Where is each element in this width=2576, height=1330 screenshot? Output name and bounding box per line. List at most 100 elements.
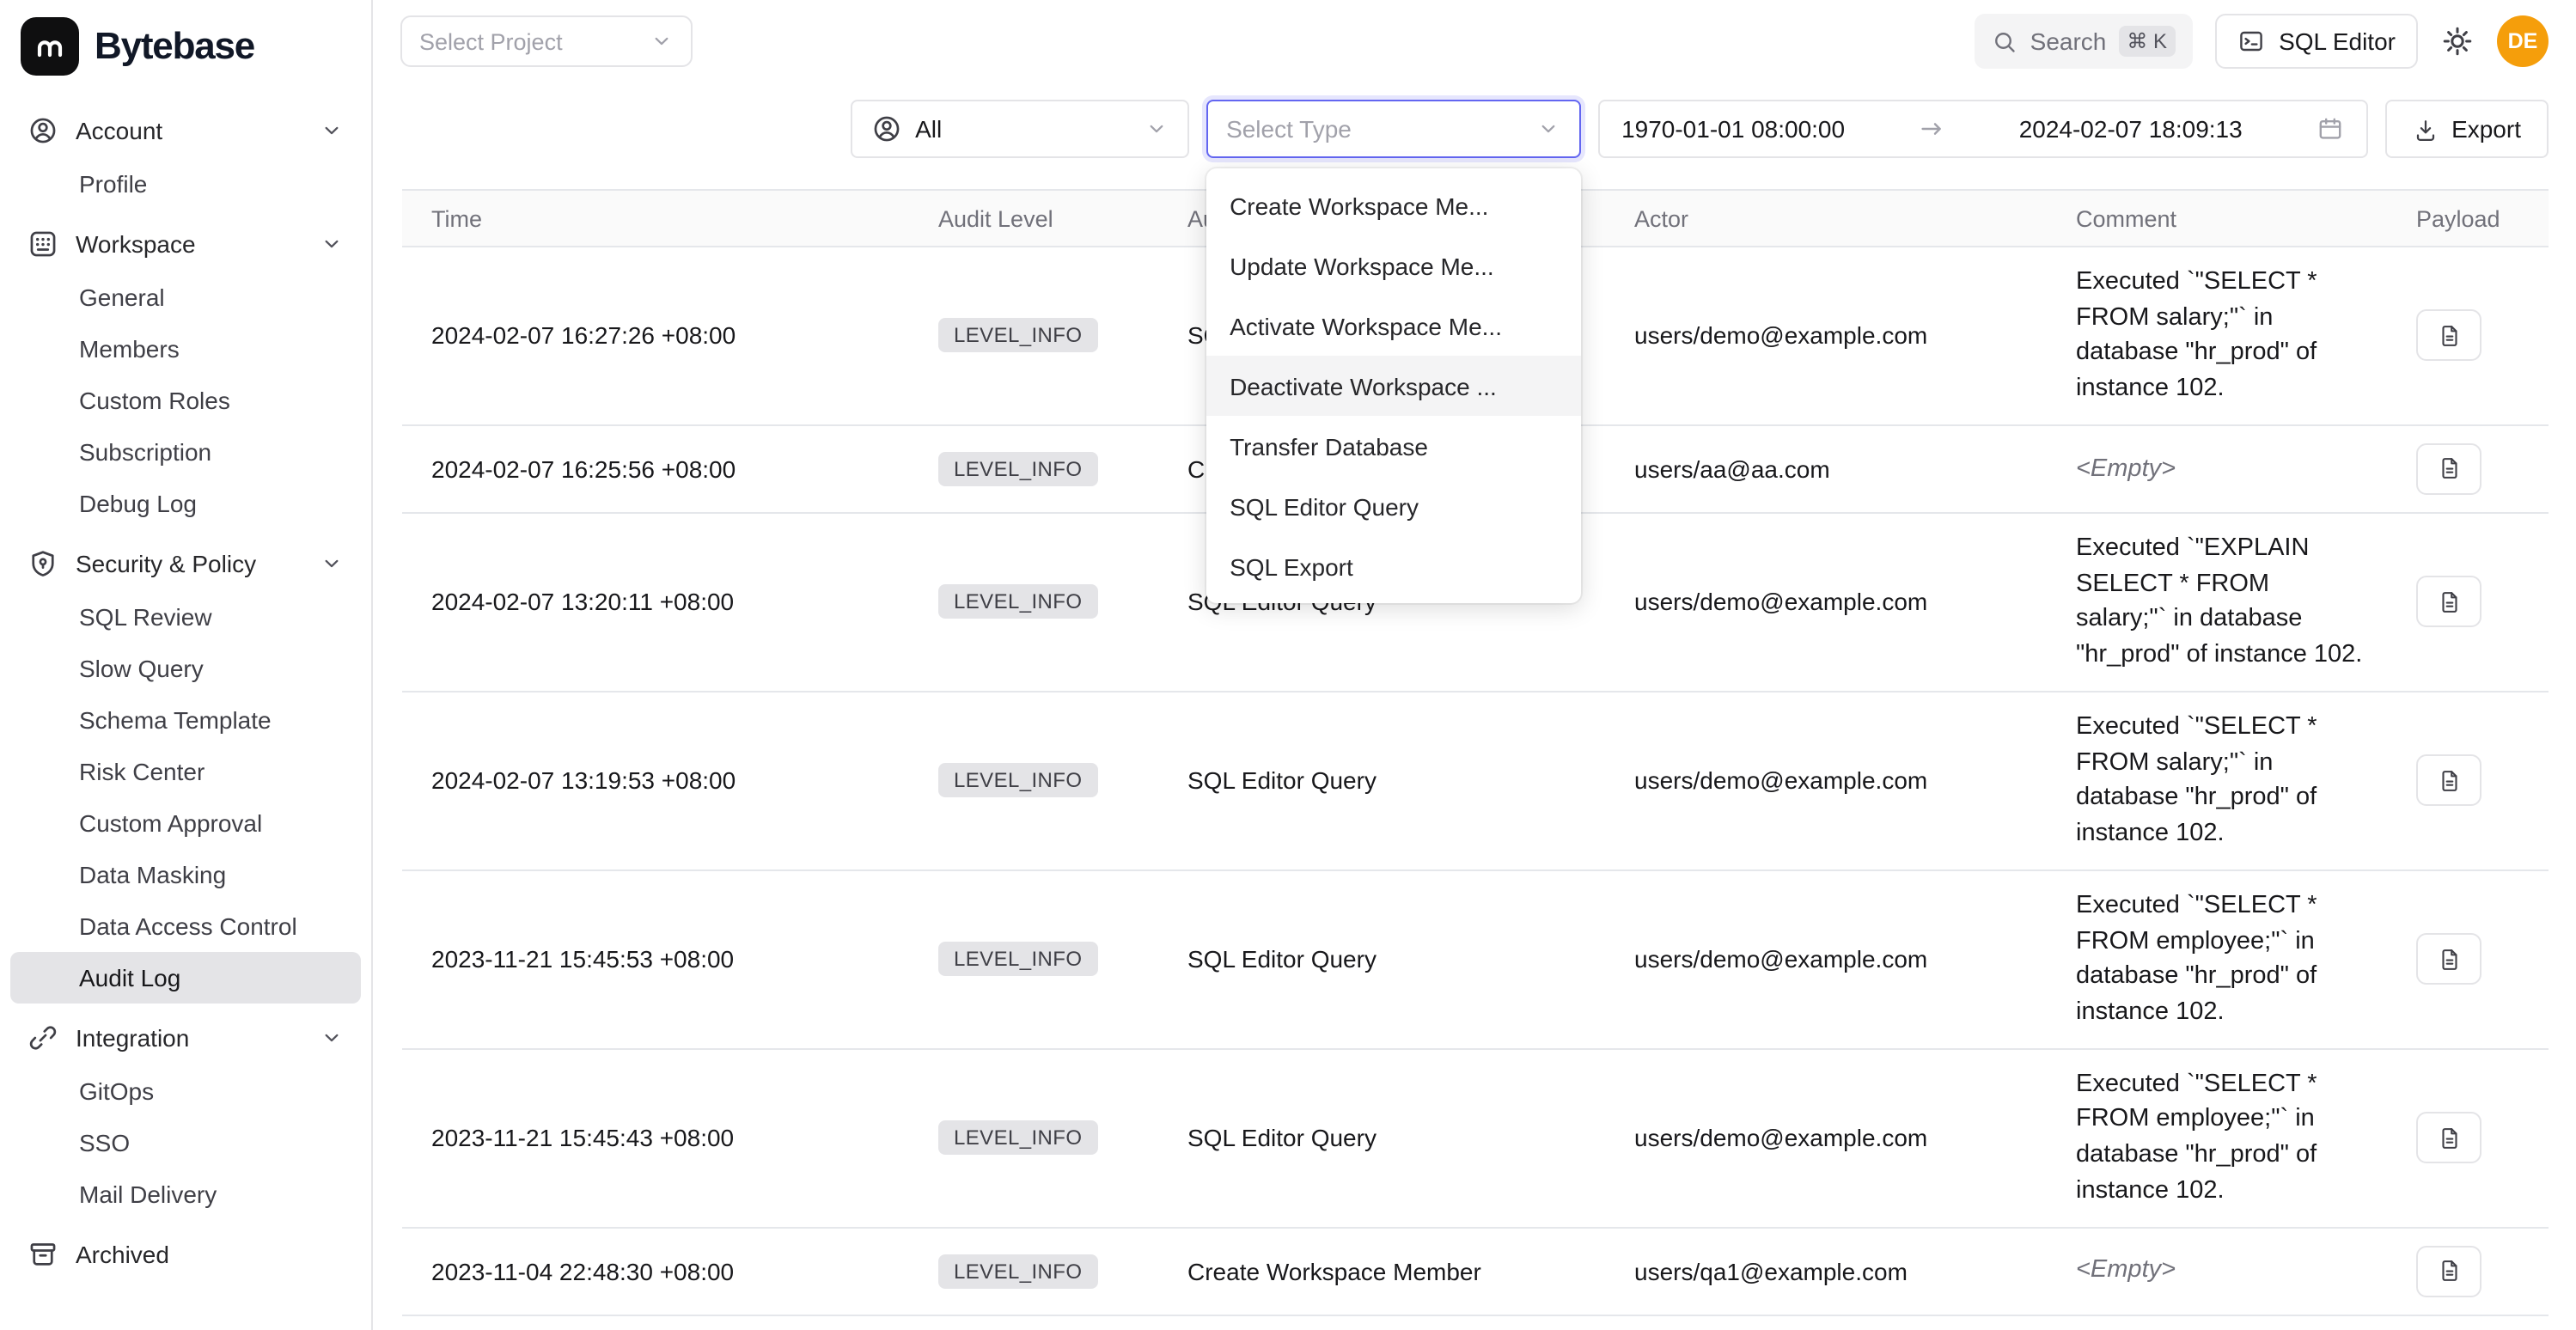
main-content: Select Project Search ⌘ K SQL <box>373 0 2576 1330</box>
cell-time: 2023-11-04 22:48:30 +08:00 <box>431 1245 938 1296</box>
download-icon <box>2412 116 2438 142</box>
sidebar-item[interactable]: Debug Log <box>10 478 361 529</box>
column-header-actor: Actor <box>1634 205 2076 231</box>
document-icon <box>2436 1258 2462 1284</box>
sidebar-item[interactable]: Audit Log <box>10 952 361 1004</box>
cell-actor: users/demo@example.com <box>1634 755 2076 807</box>
cell-time: 2024-02-07 13:19:53 +08:00 <box>431 755 938 807</box>
cell-audit-level: LEVEL_INFO <box>938 443 1187 495</box>
chevron-down-icon <box>320 119 344 143</box>
cell-audit-level: LEVEL_INFO <box>938 310 1187 362</box>
type-dropdown-option[interactable]: Activate Workspace Me... <box>1206 296 1580 356</box>
type-dropdown-option[interactable]: Update Workspace Me... <box>1206 235 1580 296</box>
cell-time: 2023-11-21 15:45:43 +08:00 <box>431 1112 938 1163</box>
type-dropdown-option[interactable]: Transfer Database <box>1206 416 1580 476</box>
date-range-start: 1970-01-01 08:00:00 <box>1621 115 1845 143</box>
sidebar-item[interactable]: Account <box>10 103 361 158</box>
sidebar-item[interactable]: Custom Approval <box>10 797 361 849</box>
date-range-picker[interactable]: 1970-01-01 08:00:00 2024-02-07 18:09:13 <box>1597 100 2367 158</box>
payload-view-button[interactable] <box>2416 1245 2481 1296</box>
payload-view-button[interactable] <box>2416 310 2481 362</box>
cell-payload <box>2416 577 2549 628</box>
sidebar-item[interactable]: Mail Delivery <box>10 1168 361 1220</box>
payload-view-button[interactable] <box>2416 755 2481 807</box>
sidebar-item[interactable]: Subscription <box>10 426 361 478</box>
sql-editor-label: SQL Editor <box>2279 27 2396 55</box>
sidebar-item[interactable]: Data Masking <box>10 849 361 900</box>
workspace-icon <box>27 229 58 259</box>
sidebar-item[interactable]: Profile <box>10 158 361 210</box>
level-badge: LEVEL_INFO <box>938 764 1097 798</box>
sidebar-item[interactable]: Schema Template <box>10 694 361 746</box>
document-icon <box>2436 947 2462 973</box>
brand-name: Bytebase <box>95 24 254 69</box>
chevron-down-icon <box>320 552 344 576</box>
type-dropdown-option[interactable]: SQL Export <box>1206 536 1580 596</box>
cell-comment: <Empty> <box>2076 451 2416 486</box>
brand-logo[interactable]: Bytebase <box>0 0 371 93</box>
table-row: 2023-11-21 15:45:53 +08:00 LEVEL_INFO SQ… <box>402 871 2549 1050</box>
cell-comment: Executed `"SELECT * FROM employee;"` in … <box>2076 1067 2416 1210</box>
sidebar-nav: Account Profile Workspace <box>0 93 371 1282</box>
user-avatar[interactable]: DE <box>2497 15 2549 67</box>
shield-icon <box>27 548 58 579</box>
cell-payload <box>2416 755 2549 807</box>
export-label: Export <box>2451 115 2521 143</box>
sidebar-item[interactable]: Custom Roles <box>10 375 361 426</box>
payload-view-button[interactable] <box>2416 577 2481 628</box>
cell-audit-level: LEVEL_INFO <box>938 1112 1187 1163</box>
sidebar-item[interactable]: GitOps <box>10 1065 361 1117</box>
payload-view-button[interactable] <box>2416 934 2481 985</box>
column-header-comment: Comment <box>2076 205 2416 231</box>
sidebar-item[interactable]: Slow Query <box>10 643 361 694</box>
topbar-actions: Search ⌘ K SQL Editor DE <box>1975 14 2549 69</box>
cell-audit-level: LEVEL_INFO <box>938 755 1187 807</box>
sql-editor-icon <box>2237 27 2265 55</box>
level-badge: LEVEL_INFO <box>938 1120 1097 1155</box>
sidebar-item[interactable]: Archived <box>10 1227 361 1282</box>
type-dropdown-option[interactable]: SQL Editor Query <box>1206 476 1580 536</box>
sidebar-item[interactable]: Security & Policy <box>10 536 361 591</box>
cell-audit-level: LEVEL_INFO <box>938 1245 1187 1296</box>
export-button[interactable]: Export <box>2384 100 2549 158</box>
payload-view-button[interactable] <box>2416 443 2481 495</box>
sidebar-item[interactable]: General <box>10 271 361 323</box>
cell-audit-type: SQL Editor Query <box>1187 1112 1634 1163</box>
filter-bar: All Select Type <box>373 79 2576 189</box>
cell-payload <box>2416 310 2549 362</box>
sidebar-item[interactable]: Data Access Control <box>10 900 361 952</box>
sidebar: Bytebase Account Profile <box>0 0 373 1330</box>
sidebar-item[interactable]: SSO <box>10 1117 361 1168</box>
cell-audit-level: LEVEL_INFO <box>938 934 1187 985</box>
settings-gear-icon[interactable] <box>2440 24 2475 58</box>
sidebar-item[interactable]: Workspace <box>10 217 361 271</box>
payload-view-button[interactable] <box>2416 1112 2481 1163</box>
level-badge: LEVEL_INFO <box>938 1254 1097 1288</box>
cell-actor: users/demo@example.com <box>1634 1112 2076 1163</box>
actor-filter-select[interactable]: All <box>850 100 1188 158</box>
search-input[interactable]: Search ⌘ K <box>1975 14 2193 69</box>
calendar-icon <box>2316 115 2343 143</box>
sidebar-item[interactable]: SQL Review <box>10 591 361 643</box>
document-icon <box>2436 323 2462 349</box>
sql-editor-button[interactable]: SQL Editor <box>2215 14 2418 69</box>
cell-payload <box>2416 1112 2549 1163</box>
cell-time: 2023-11-21 15:45:53 +08:00 <box>431 934 938 985</box>
type-filter-select[interactable]: Select Type <box>1206 100 1580 158</box>
sidebar-item[interactable]: Risk Center <box>10 746 361 797</box>
sidebar-item[interactable]: Integration <box>10 1010 361 1065</box>
type-filter-placeholder: Select Type <box>1226 115 1352 143</box>
table-row: 2024-02-07 13:19:53 +08:00 LEVEL_INFO SQ… <box>402 692 2549 871</box>
cell-actor: users/demo@example.com <box>1634 934 2076 985</box>
actor-filter-value: All <box>915 115 942 143</box>
search-icon <box>1993 28 2018 54</box>
cell-time: 2024-02-07 16:25:56 +08:00 <box>431 443 938 495</box>
cell-payload <box>2416 1245 2549 1296</box>
chevron-down-icon <box>320 1026 344 1050</box>
type-dropdown-option[interactable]: Deactivate Workspace ... <box>1206 356 1580 416</box>
project-select[interactable]: Select Project <box>400 15 693 67</box>
type-dropdown-option[interactable]: Create Workspace Me... <box>1206 175 1580 235</box>
level-badge: LEVEL_INFO <box>938 585 1097 619</box>
document-icon <box>2436 1125 2462 1150</box>
sidebar-item[interactable]: Members <box>10 323 361 375</box>
